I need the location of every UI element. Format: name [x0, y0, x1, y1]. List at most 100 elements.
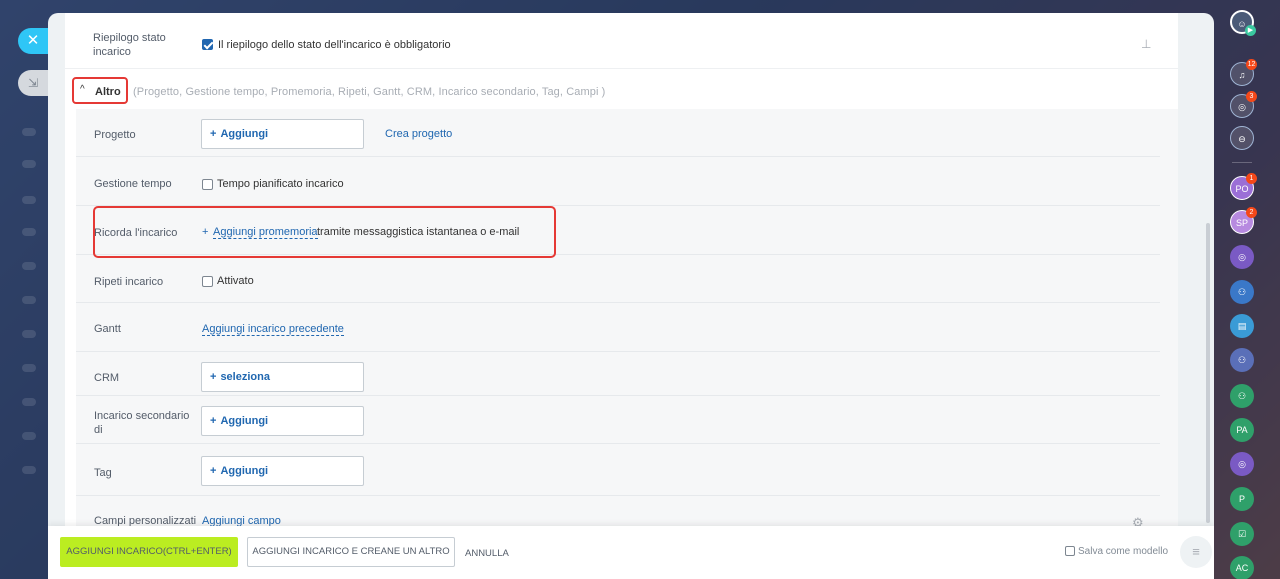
background-menu-item [22, 196, 36, 204]
altro-sections-list: (Progetto, Gestione tempo, Promemoria, R… [133, 86, 606, 98]
contact-badge-po: 1 [1246, 173, 1257, 184]
close-slider-button[interactable]: ✕ [18, 28, 48, 54]
secondario-label: Incarico secondario di [94, 410, 190, 436]
field-row-tag: Tag + Aggiungi [76, 444, 1160, 496]
contact-tasks[interactable]: ☑ [1230, 522, 1254, 546]
crm-select-label: seleziona [220, 371, 270, 383]
menu-icon[interactable]: ≡ [1180, 536, 1212, 568]
contact-group-1[interactable]: ⚇ [1230, 280, 1254, 304]
background-menu-item [22, 228, 36, 236]
contact-initials-pa: PA [1236, 425, 1248, 435]
create-project-link[interactable]: Crea progetto [385, 128, 452, 140]
save-as-template[interactable]: Salva come modello [1065, 546, 1168, 557]
add-project-label: Aggiungi [220, 128, 269, 140]
chat-search-icon[interactable]: ⊖ [1230, 126, 1254, 150]
progetto-label: Progetto [94, 129, 136, 141]
add-task-button[interactable]: AGGIUNGI INCARICO(CTRL+ENTER) [60, 537, 238, 567]
spiral-icon: ◎ [1238, 459, 1246, 469]
contact-channel-1[interactable]: ◎ [1230, 245, 1254, 269]
spiral-icon: ◎ [1238, 102, 1246, 112]
crm-select-button[interactable]: + seleziona [201, 362, 364, 392]
field-row-ripeti: Ripeti incarico Attivato [76, 255, 1160, 303]
add-tag-label: Aggiungi [220, 465, 269, 477]
group-icon: ⚇ [1237, 355, 1247, 365]
contact-avatar-po[interactable]: PO 1 [1230, 173, 1257, 200]
contact-initials-po: PO [1235, 184, 1249, 194]
crm-label: CRM [94, 372, 120, 384]
right-sidebar: ☺ ▶ ♫ 12 ◎ 3 ⊖ PO 1 SP 2 ◎ ⚇ ▤ ⚇ ⚇ PA ◎ … [1222, 0, 1280, 579]
bell-icon: ♫ [1238, 70, 1246, 80]
left-strip: ✕ ⇲ [0, 0, 48, 579]
altro-section-header[interactable]: ^ Altro (Progetto, Gestione tempo, Prome… [65, 69, 1178, 109]
repeat-text: Attivato [217, 275, 254, 287]
contact-initials-ac: AC [1235, 563, 1249, 573]
summary-label: Riepilogo stato incarico [93, 32, 166, 58]
contact-group-3[interactable]: ⚇ [1230, 384, 1254, 408]
background-menu-item [22, 296, 36, 304]
cancel-button[interactable]: ANNULLA [465, 548, 509, 559]
contact-avatar-ac[interactable]: AC [1230, 556, 1254, 579]
notifications-count-badge: 12 [1246, 59, 1257, 70]
save-template-label: Salva come modello [1078, 546, 1169, 557]
contact-avatar-pa[interactable]: PA [1230, 418, 1254, 442]
tag-label: Tag [94, 467, 112, 479]
add-parent-task-label: Aggiungi [220, 415, 269, 427]
activity-count-badge: 3 [1246, 91, 1257, 102]
background-menu-item [22, 160, 36, 168]
chevron-up-icon: ^ [80, 84, 85, 95]
add-tag-button[interactable]: + Aggiungi [201, 456, 364, 486]
chat-bubble-icon: ▤ [1237, 321, 1247, 331]
plus-icon: + [210, 465, 217, 477]
background-menu-item [22, 364, 36, 372]
close-icon: ✕ [26, 32, 40, 49]
contact-avatar-p[interactable]: P [1230, 487, 1254, 511]
field-row-crm: CRM + seleziona [76, 352, 1160, 396]
gestione-tempo-label: Gestione tempo [94, 178, 172, 190]
contact-avatar-sp[interactable]: SP 2 [1230, 207, 1257, 234]
group-icon: ⚇ [1237, 391, 1247, 401]
field-row-gantt: Gantt Aggiungi incarico precedente [76, 303, 1160, 352]
task-form-card: Riepilogo stato incarico Il riepilogo de… [65, 13, 1178, 533]
add-task-and-new-button[interactable]: AGGIUNGI INCARICO E CREANE UN ALTRO [247, 537, 455, 567]
altro-label[interactable]: Altro [95, 86, 121, 98]
background-menu-item [22, 432, 36, 440]
summary-checkbox-text: Il riepilogo dello stato dell'incarico è… [218, 39, 451, 51]
background-menu-item [22, 128, 36, 136]
chat-icon: ⊖ [1238, 134, 1246, 144]
background-menu-item [22, 262, 36, 270]
user-avatar[interactable]: ☺ ▶ [1230, 10, 1256, 36]
add-predecessor-link[interactable]: Aggiungi incarico precedente [202, 323, 344, 336]
task-slider-panel: Riepilogo stato incarico Il riepilogo de… [48, 13, 1214, 579]
background-menu-item [22, 398, 36, 406]
summary-row: Riepilogo stato incarico Il riepilogo de… [65, 13, 1178, 69]
gantt-label: Gantt [94, 323, 121, 335]
sidebar-divider [1232, 162, 1252, 163]
add-project-button[interactable]: + Aggiungi [201, 119, 364, 149]
altro-section-body: Progetto + Aggiungi Crea progetto Gestion… [76, 109, 1178, 533]
plus-icon: + [210, 128, 217, 140]
notifications-bell-icon[interactable]: ♫ 12 [1230, 59, 1257, 86]
checkbox-icon: ☑ [1237, 529, 1247, 539]
contact-chat-1[interactable]: ▤ [1230, 314, 1254, 338]
minimize-icon: ⇲ [27, 76, 39, 90]
minimize-slider-button[interactable]: ⇲ [18, 70, 48, 96]
form-footer: AGGIUNGI INCARICO(CTRL+ENTER) AGGIUNGI I… [48, 526, 1214, 579]
plus-icon: + [210, 371, 217, 383]
save-template-checkbox[interactable] [1065, 546, 1075, 556]
ripeti-label: Ripeti incarico [94, 276, 164, 288]
contact-badge-sp: 2 [1246, 207, 1257, 218]
repeat-checkbox[interactable] [202, 276, 213, 287]
contact-channel-2[interactable]: ◎ [1230, 452, 1254, 476]
scrollbar[interactable] [1206, 223, 1210, 523]
play-icon: ▶ [1245, 25, 1256, 36]
reminder-highlight-box [93, 206, 556, 258]
add-parent-task-button[interactable]: + Aggiungi [201, 406, 364, 436]
planned-time-checkbox[interactable] [202, 179, 213, 190]
background-menu-item [22, 330, 36, 338]
field-row-secondario: Incarico secondario di + Aggiungi [76, 396, 1160, 444]
activity-icon[interactable]: ◎ 3 [1230, 91, 1257, 118]
pin-icon[interactable]: ⊥ [1141, 37, 1151, 51]
summary-checkbox[interactable] [202, 39, 213, 50]
contact-initials-sp: SP [1235, 218, 1248, 228]
contact-group-2[interactable]: ⚇ [1230, 348, 1254, 372]
